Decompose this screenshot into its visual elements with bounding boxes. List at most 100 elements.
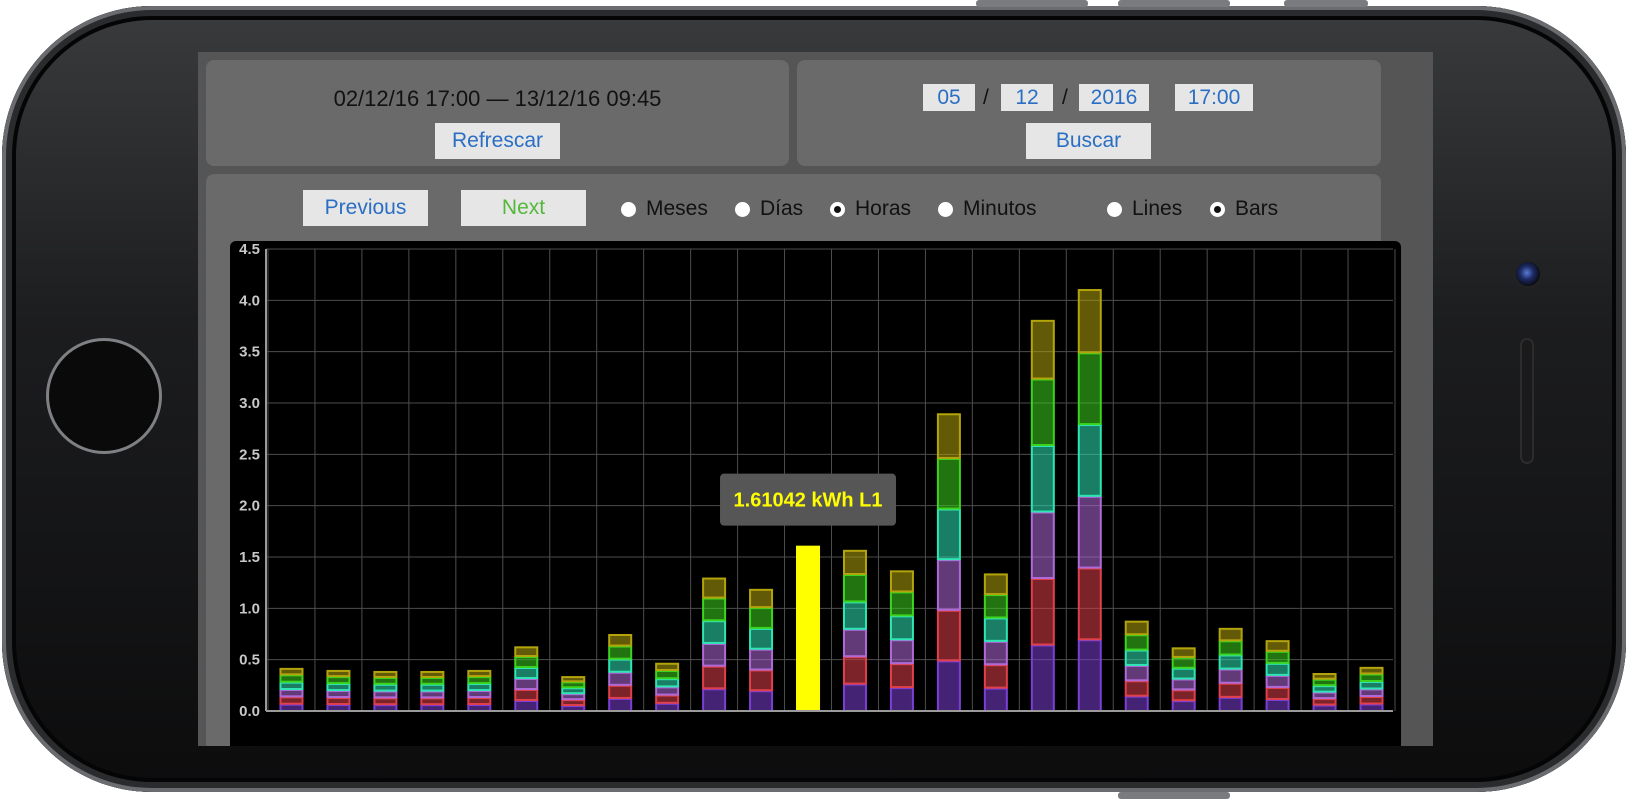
y-tick-label: 4.5: [239, 241, 260, 258]
radio-checked-icon: [830, 201, 845, 217]
bar-segment: [655, 702, 680, 713]
time-input[interactable]: 17:00: [1175, 84, 1253, 111]
bar-segment: [1359, 666, 1384, 675]
bar-segment: [1124, 664, 1149, 682]
bar-segment: [842, 573, 867, 603]
bar-segment: [1030, 378, 1055, 447]
volume-down-button: [1118, 0, 1230, 7]
bar-segment: [1124, 620, 1149, 636]
radio-circle-icon: [735, 201, 750, 217]
bar-segment: [936, 457, 961, 510]
bar-segment: [1171, 689, 1196, 702]
y-tick-label: 0.0: [239, 703, 260, 720]
bar-segment: [749, 627, 774, 650]
y-tick-label: 3.0: [239, 395, 260, 412]
bar-segment: [514, 667, 539, 680]
bar-segment: [1312, 673, 1337, 680]
bar-segment: [749, 669, 774, 692]
year-input[interactable]: 2016: [1079, 84, 1149, 111]
speaker-grille: [1520, 338, 1534, 464]
bar-segment: [279, 681, 304, 691]
bar-segment: [655, 678, 680, 688]
bar-segment: [655, 662, 680, 671]
radio-dias[interactable]: Días: [735, 197, 803, 221]
y-tick-label: 4.0: [239, 292, 260, 309]
previous-button[interactable]: Previous: [303, 190, 428, 226]
bar-segment: [983, 687, 1008, 712]
bar-segment: [608, 658, 633, 673]
bar-segment: [1359, 695, 1384, 705]
bar-segment: [889, 687, 914, 712]
bar-segment: [1077, 567, 1102, 641]
radio-horas[interactable]: Horas: [830, 197, 911, 221]
bar-segment: [373, 697, 398, 706]
bar-segment: [420, 676, 445, 685]
bar-segment: [749, 648, 774, 671]
y-tick-label: 3.5: [239, 344, 260, 361]
bar-segment: [702, 642, 727, 667]
radio-circle-icon: [621, 201, 636, 217]
day-input[interactable]: 05: [923, 84, 975, 111]
radio-meses[interactable]: Meses: [621, 197, 708, 221]
home-button[interactable]: [46, 338, 162, 454]
bar-segment: [326, 690, 351, 699]
bar-segment: [1077, 352, 1102, 426]
search-button[interactable]: Buscar: [1026, 123, 1151, 159]
bar-segment: [326, 683, 351, 692]
bar-segment: [561, 681, 586, 689]
chart-svg: 0.0 0.5 1.0 1.5 2.0 2.5 3.0 3.5 4.0 4.5 1.61042 kW…: [239, 241, 1396, 720]
bar-segment: [420, 670, 445, 678]
bar-segment: [1030, 511, 1055, 580]
bar-segment: [608, 645, 633, 660]
bar-segment: [1030, 644, 1055, 713]
refresh-button[interactable]: Refrescar: [435, 123, 560, 159]
bar-segment: [1124, 695, 1149, 712]
bar-segment: [514, 646, 539, 658]
bar-segment: [1171, 656, 1196, 669]
date-separator: /: [983, 86, 989, 109]
radio-label: Lines: [1132, 197, 1183, 220]
bar-segment: [936, 413, 961, 459]
radio-bars[interactable]: Bars: [1210, 197, 1278, 221]
bar-segment: [1124, 649, 1149, 666]
bar-segment: [1218, 668, 1243, 684]
radio-circle-icon: [938, 201, 953, 217]
bar-segment: [373, 670, 398, 678]
radio-label: Horas: [855, 197, 912, 220]
bar-segment: [1218, 627, 1243, 642]
bar-segment: [1359, 688, 1384, 697]
bar-segment: [373, 690, 398, 699]
front-camera-icon: [1516, 262, 1540, 286]
bar-segment: [702, 577, 727, 599]
bar-segment: [655, 669, 680, 680]
month-input[interactable]: 12: [1001, 84, 1053, 111]
date-separator: /: [1062, 86, 1068, 109]
bar-segment: [561, 699, 586, 707]
bar-segment: [1030, 445, 1055, 513]
bar-segment: [279, 674, 304, 683]
bar-segment: [1265, 640, 1290, 652]
bar-segment: [467, 697, 492, 706]
search-panel: 05 / 12 / 2016 17:00 Buscar: [797, 60, 1381, 166]
bar-segment: [655, 694, 680, 704]
bar-segment: [889, 615, 914, 641]
bar-segment: [373, 676, 398, 685]
next-button[interactable]: Next: [461, 190, 586, 226]
bar-segment: [702, 688, 727, 713]
bar-segment: [983, 594, 1008, 619]
volume-up-button: [976, 0, 1088, 7]
bar-segment: [1359, 680, 1384, 690]
bar-segment: [514, 689, 539, 702]
bar-segment: [279, 696, 304, 705]
radio-minutos[interactable]: Minutos: [938, 197, 1037, 221]
radio-lines[interactable]: Lines: [1107, 197, 1182, 221]
bar-segment: [1030, 319, 1055, 380]
bar-segment: [749, 690, 774, 712]
bar-segment: [420, 683, 445, 692]
range-panel: 02/12/16 17:00 — 13/12/16 09:45 Refresca…: [206, 60, 789, 166]
energy-chart: 0.0 0.5 1.0 1.5 2.0 2.5 3.0 3.5 4.0 4.5 1.61042 kW…: [230, 241, 1401, 746]
bar-segment: [608, 671, 633, 686]
bar-segment: [889, 663, 914, 689]
bar-segment: [936, 609, 961, 662]
bar-segment: [279, 667, 304, 676]
